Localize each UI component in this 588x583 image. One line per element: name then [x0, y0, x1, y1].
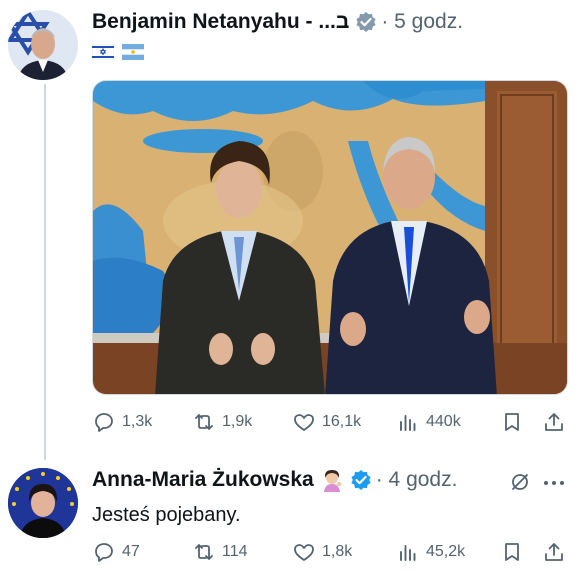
flags-row [92, 44, 144, 60]
post-actions: 1,3k 1,9k 16,1k 440k [92, 410, 566, 434]
bookmark-button[interactable] [500, 540, 542, 564]
post-header: Benjamin Netanyahu - ...ב · 5 godz. [92, 10, 463, 34]
reply-button[interactable]: 47 [92, 540, 192, 564]
views-icon [400, 415, 416, 431]
bookmark-icon [505, 543, 519, 561]
muted-icon[interactable] [508, 470, 532, 494]
views-icon [400, 545, 416, 561]
like-icon [294, 544, 314, 561]
reply-count: 1,3k [122, 413, 153, 430]
like-count: 1,8k [322, 543, 353, 560]
share-button[interactable] [542, 540, 566, 564]
verified-badge-icon [351, 470, 371, 490]
views-count: 45,2k [426, 543, 466, 560]
share-icon [545, 413, 563, 431]
bookmark-button[interactable] [500, 410, 542, 434]
like-button[interactable]: 1,8k [292, 540, 396, 564]
reply-button[interactable]: 1,3k [92, 410, 192, 434]
reply-icon [95, 543, 113, 562]
share-icon [545, 543, 563, 561]
bookmark-icon [505, 413, 519, 431]
reply-header: Anna-Maria Żukowska · 4 godz. [92, 468, 457, 492]
reply-actions: 47 114 1,8k 45,2k [92, 540, 566, 564]
woman-tipping-hand-emoji-icon [323, 470, 342, 492]
views-count: 440k [426, 413, 461, 430]
share-button[interactable] [542, 410, 566, 434]
repost-button[interactable]: 1,9k [192, 410, 292, 434]
like-button[interactable]: 16,1k [292, 410, 396, 434]
reply-time[interactable]: · 4 godz. [376, 468, 458, 492]
views-button[interactable]: 45,2k [396, 540, 500, 564]
reply-text: Jesteś pojebany. [92, 504, 241, 526]
thread-connector-line [44, 84, 46, 460]
argentina-flag-icon [122, 44, 144, 60]
post-time[interactable]: · 5 godz. [381, 10, 463, 34]
avatar-zukowska[interactable] [8, 468, 78, 538]
avatar-netanyahu[interactable] [8, 10, 78, 80]
verified-badge-icon [356, 12, 376, 32]
views-button[interactable]: 440k [396, 410, 500, 434]
repost-icon [195, 544, 213, 560]
repost-icon [195, 414, 213, 430]
like-count: 16,1k [322, 413, 362, 430]
more-icon[interactable] [540, 476, 568, 490]
author-name[interactable]: Benjamin Netanyahu - ...ב [92, 10, 349, 34]
reply-icon [95, 413, 113, 432]
repost-count: 114 [222, 543, 248, 560]
reply-count: 47 [122, 543, 140, 560]
post-photo[interactable] [92, 80, 568, 395]
repost-count: 1,9k [222, 413, 253, 430]
repost-button[interactable]: 114 [192, 540, 292, 564]
israel-flag-icon [92, 44, 114, 60]
like-icon [294, 414, 314, 431]
reply-author-name[interactable]: Anna-Maria Żukowska [92, 468, 314, 492]
